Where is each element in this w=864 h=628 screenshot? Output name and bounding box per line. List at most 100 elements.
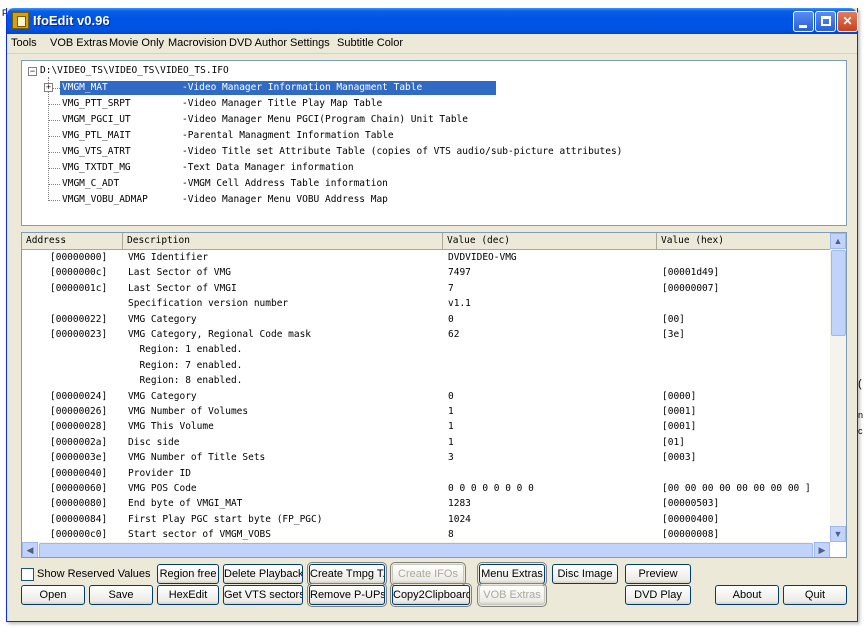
- tree-item-vmgm-c-adt[interactable]: VMGM_C_ADT: [62, 178, 119, 189]
- table-row[interactable]: [00000040] Provider ID: [22, 468, 830, 483]
- expand-icon[interactable]: +: [44, 83, 53, 92]
- disc-image-button[interactable]: Disc Image: [552, 564, 618, 584]
- menu-extras-button[interactable]: Menu Extras: [477, 562, 547, 586]
- dvd-play-button[interactable]: DVD Play: [625, 585, 691, 605]
- cell-value-hex: [00000503]: [662, 498, 720, 510]
- maximize-button[interactable]: [815, 11, 836, 32]
- desktop-fragment: c: [858, 426, 863, 436]
- cell-description: VMG Category: [128, 313, 197, 325]
- horizontal-scroll-thumb[interactable]: [39, 543, 813, 557]
- title-bar[interactable]: IfoEdit v0.96 ✕: [7, 8, 858, 34]
- table-row[interactable]: [00000080] End byte of VMGI_MAT 1283 [00000…: [22, 498, 830, 513]
- table-row[interactable]: Region: 1 enabled.: [22, 344, 830, 359]
- minimize-icon: [799, 25, 807, 28]
- preview-button[interactable]: Preview: [625, 564, 691, 584]
- desktop-fragment: n: [858, 410, 864, 420]
- scroll-right-icon[interactable]: ▶: [814, 542, 830, 557]
- table-row[interactable]: Region: 7 enabled.: [22, 360, 830, 375]
- cell-description: VMG Category, Regional Code mask: [128, 329, 312, 340]
- grid-header: Address Description Value (dec) Value (h…: [22, 233, 830, 250]
- cell-description: Last Sector of VMG: [128, 267, 231, 279]
- tree-item-vmg-ptt-srpt[interactable]: VMG_PTT_SRPT: [62, 98, 131, 109]
- table-row[interactable]: [00000022] VMG Category 0 [00]: [22, 314, 830, 329]
- tree-root[interactable]: D:\VIDEO_TS\VIDEO_TS\VIDEO_TS.IFO: [40, 65, 229, 76]
- close-button[interactable]: ✕: [837, 11, 858, 32]
- tree-item-vmgm-pgci-ut[interactable]: VMGM_PGCI_UT: [62, 114, 131, 125]
- cell-description: VMG Category: [128, 390, 197, 402]
- cell-description: VMG Number of Title Sets: [128, 452, 266, 464]
- cell-description: End byte of VMGI_MAT: [128, 498, 243, 510]
- menu-subtitle-color[interactable]: Subtitle Color: [337, 37, 403, 49]
- cell-value-dec: 1283: [448, 498, 471, 510]
- table-row[interactable]: [0000003e] VMG Number of Title Sets 3 [0003…: [22, 452, 830, 467]
- open-button[interactable]: Open: [21, 585, 85, 605]
- menu-movie-only[interactable]: Movie Only: [109, 37, 164, 49]
- quit-button[interactable]: Quit: [783, 585, 847, 605]
- show-reserved-checkbox[interactable]: [21, 568, 34, 581]
- cell-value-hex: [01]: [662, 436, 685, 448]
- table-row[interactable]: Specification version number v1.1: [22, 298, 830, 313]
- cell-value-dec: 7497: [448, 267, 471, 279]
- vertical-scrollbar[interactable]: ▲ ▼: [830, 233, 846, 542]
- hexedit-button[interactable]: HexEdit: [157, 585, 219, 605]
- tree-connector: [48, 120, 60, 121]
- tree-connector: [48, 152, 60, 153]
- ifo-tree: − D:\VIDEO_TS\VIDEO_TS\VIDEO_TS.IFO + VM…: [21, 60, 847, 226]
- menu-tools[interactable]: Tools: [11, 37, 37, 49]
- table-row[interactable]: [00000000] VMG Identifier DVDVIDEO-VMG: [22, 252, 830, 267]
- cell-address: [00000022]: [50, 313, 108, 325]
- table-row[interactable]: [00000023] VMG Category, Regional Code ma…: [22, 329, 830, 344]
- menu-settings[interactable]: Settings: [290, 37, 330, 49]
- cell-value-hex: [00001d49]: [662, 267, 720, 279]
- menu-dvd-author[interactable]: DVD Author: [229, 37, 287, 49]
- collapse-icon[interactable]: −: [28, 67, 37, 76]
- tree-item-vmgm-mat[interactable]: VMGM_MAT -Video Manager Information Mana…: [60, 81, 496, 95]
- about-button[interactable]: About: [715, 585, 779, 605]
- tree-item-vmg-vts-atrt[interactable]: VMG_VTS_ATRT: [62, 146, 131, 157]
- region-free-button[interactable]: Region free: [157, 564, 219, 584]
- table-row[interactable]: [00000024] VMG Category 0 [0000]: [22, 391, 830, 406]
- scroll-up-icon[interactable]: ▲: [830, 233, 846, 249]
- get-vts-sectors-button[interactable]: Get VTS sectors: [223, 585, 303, 605]
- cell-description: VMG POS Code: [128, 483, 197, 494]
- horizontal-scrollbar[interactable]: ◀ ▶: [22, 542, 830, 557]
- tree-item-vmg-txtdt-mg[interactable]: VMG_TXTDT_MG: [62, 162, 131, 173]
- tree-item-desc: -Video Title set Attribute Table (copies…: [182, 146, 623, 157]
- cell-description: Region: 8 enabled.: [128, 375, 243, 387]
- table-row[interactable]: [00000026] VMG Number of Volumes 1 [0001]: [22, 406, 830, 421]
- save-button[interactable]: Save: [89, 585, 153, 605]
- window-title: IfoEdit v0.96: [33, 13, 110, 28]
- create-ifos-button[interactable]: Create IFOs: [390, 562, 466, 586]
- table-row[interactable]: [0000001c] Last Sector of VMGI 7 [00000007]: [22, 283, 830, 298]
- tree-item-desc: -Video Manager Title Play Map Table: [182, 98, 383, 109]
- col-header-value-hex[interactable]: Value (hex): [657, 233, 830, 250]
- scroll-left-icon[interactable]: ◀: [22, 542, 38, 557]
- copy2clipboard-button[interactable]: Copy2Clipboard: [390, 583, 472, 607]
- col-header-value-dec[interactable]: Value (dec): [443, 233, 657, 250]
- table-row[interactable]: Region: 8 enabled.: [22, 375, 830, 390]
- cell-description: First Play PGC start byte (FP_PGC): [128, 513, 323, 525]
- vob-extras-button[interactable]: VOB Extras: [477, 583, 547, 607]
- cell-address: [00000040]: [50, 467, 108, 479]
- table-row[interactable]: [00000028] VMG This Volume 1 [0001]: [22, 421, 830, 436]
- menu-vob-extras[interactable]: VOB Extras: [50, 37, 107, 49]
- menu-macrovision[interactable]: Macrovision: [168, 37, 227, 49]
- table-row[interactable]: [0000002a] Disc side 1 [01]: [22, 437, 830, 452]
- table-row[interactable]: [00000060] VMG POS Code 0 0 0 0 0 0 0 0 [00…: [22, 483, 830, 498]
- tree-item-vmgm-vobu-admap[interactable]: VMGM_VOBU_ADMAP: [62, 194, 148, 205]
- col-header-description[interactable]: Description: [123, 233, 443, 250]
- cell-description: Start sector of VMGM_VOBS: [128, 529, 271, 541]
- create-tmpg-button[interactable]: Create Tmpg T.: [307, 562, 387, 586]
- delete-playback-button[interactable]: Delete Playback: [223, 564, 303, 584]
- close-icon: ✕: [842, 14, 853, 28]
- col-header-address[interactable]: Address: [22, 233, 123, 250]
- minimize-button[interactable]: [793, 11, 814, 32]
- table-row[interactable]: [0000000c] Last Sector of VMG 7497 [00001d4…: [22, 267, 830, 282]
- show-reserved-label: Show Reserved Values: [37, 568, 151, 580]
- tree-item-vmg-ptl-mait[interactable]: VMG_PTL_MAIT: [62, 130, 131, 141]
- vertical-scroll-thumb[interactable]: [831, 250, 846, 336]
- cell-address: [00000084]: [50, 513, 108, 525]
- table-row[interactable]: [00000084] First Play PGC start byte (FP_…: [22, 514, 830, 529]
- scroll-down-icon[interactable]: ▼: [830, 526, 846, 542]
- remove-pups-button[interactable]: Remove P-UPs: [307, 583, 387, 607]
